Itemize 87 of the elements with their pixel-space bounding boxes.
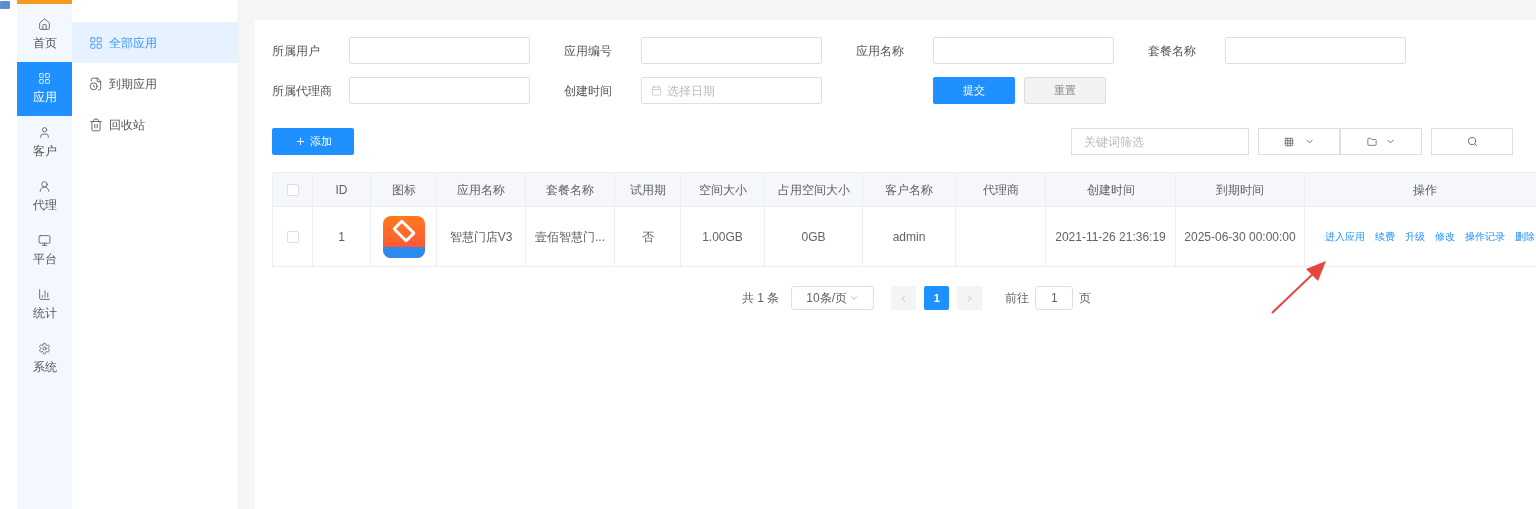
nav-item[interactable]: 应用 xyxy=(17,62,72,116)
page-number-field[interactable]: 1 xyxy=(1035,286,1074,310)
plus-icon xyxy=(294,136,306,147)
search-icon xyxy=(1466,136,1478,147)
column-header: 空间大小 xyxy=(680,172,765,207)
calendar-icon xyxy=(651,85,662,96)
folder-dropdown[interactable] xyxy=(1340,128,1422,155)
nav-item[interactable]: 代理 xyxy=(17,170,72,224)
filter-label: 应用名称 xyxy=(855,42,905,60)
table-cell: 2021-11-26 21:36:19 xyxy=(1045,206,1176,267)
grid-icon xyxy=(38,72,51,85)
input-field[interactable] xyxy=(933,37,1114,64)
input-field[interactable] xyxy=(1225,37,1406,64)
checkbox[interactable] xyxy=(286,184,299,197)
action-link[interactable]: 续费 xyxy=(1375,229,1395,244)
checkbox[interactable] xyxy=(286,231,299,244)
input-field[interactable] xyxy=(641,37,822,64)
date-input[interactable]: 选择日期 xyxy=(667,81,812,100)
column-header: 占用空间大小 xyxy=(764,172,863,207)
action-link[interactable]: 删除 xyxy=(1515,229,1535,244)
nav-item[interactable]: 客户 xyxy=(17,116,72,170)
grid-icon xyxy=(89,35,103,50)
column-header: 代理商 xyxy=(955,172,1046,207)
filter-label: 套餐名称 xyxy=(1147,42,1197,60)
reset-button[interactable]: 重置 xyxy=(1024,77,1106,104)
column-header: 套餐名称 xyxy=(525,172,615,207)
filter-label: 创建时间 xyxy=(563,82,613,100)
table-cell: 智慧门店V3 xyxy=(436,206,526,267)
column-header: 图标 xyxy=(370,172,437,207)
window-icon xyxy=(0,1,10,9)
nav-item[interactable]: 系统 xyxy=(17,332,72,386)
table-cell: 壹佰智慧门... xyxy=(525,206,615,267)
column-header: 操作 xyxy=(1304,172,1536,207)
filter-label: 所属代理商 xyxy=(272,82,333,100)
trash-icon xyxy=(89,117,103,132)
person-icon xyxy=(38,180,51,193)
submit-button[interactable]: 提交 xyxy=(933,77,1015,104)
filter-label: 所属用户 xyxy=(272,42,321,60)
page-size-select[interactable]: 10条/页 xyxy=(791,286,875,310)
column-header: 应用名称 xyxy=(436,172,526,207)
submenu-item[interactable]: 到期应用 xyxy=(72,63,238,104)
submenu-item[interactable]: 全部应用 xyxy=(72,22,238,63)
nav-item[interactable]: 统计 xyxy=(17,278,72,332)
folder-icon xyxy=(1366,136,1377,147)
action-link[interactable]: 升级 xyxy=(1405,229,1425,244)
table-cell: 0GB xyxy=(764,206,863,267)
table-cell: 1.00GB xyxy=(680,206,765,267)
user-icon xyxy=(38,126,51,139)
document-clock-icon xyxy=(89,76,103,91)
page-button[interactable]: 1 xyxy=(924,286,950,310)
total-count: 共 1 条 xyxy=(742,290,780,307)
grid-view-dropdown[interactable] xyxy=(1258,128,1340,155)
next-page-button[interactable] xyxy=(957,286,983,310)
action-link[interactable]: 操作记录 xyxy=(1465,229,1505,244)
keyword-search-field[interactable]: 关键词筛选 xyxy=(1071,128,1249,155)
grid-icon xyxy=(1283,136,1294,147)
filter-label: 应用编号 xyxy=(563,42,613,60)
column-header: 客户名称 xyxy=(862,172,956,207)
column-header: 到期时间 xyxy=(1175,172,1305,207)
table-cell: admin xyxy=(862,206,956,267)
input-field[interactable] xyxy=(349,37,530,64)
column-header: ID xyxy=(312,172,371,207)
app-icon-image xyxy=(382,215,425,258)
action-link[interactable]: 修改 xyxy=(1435,229,1455,244)
search-button[interactable] xyxy=(1431,128,1513,155)
monitor-icon xyxy=(38,234,51,247)
nav-item[interactable]: 首页 xyxy=(17,8,72,62)
page-suffix: 页 xyxy=(1079,290,1092,307)
nav-item[interactable]: 平台 xyxy=(17,224,72,278)
column-header: 试用期 xyxy=(614,172,681,207)
accent-bar xyxy=(17,0,72,4)
bar-chart-icon xyxy=(38,288,51,301)
goto-label: 前往 xyxy=(1005,290,1030,307)
add-button[interactable]: 添加 xyxy=(272,128,354,155)
date-field[interactable]: 选择日期 xyxy=(641,77,822,104)
table-cell: 2025-06-30 00:00:00 xyxy=(1175,206,1305,267)
input-field[interactable] xyxy=(349,77,530,104)
home-icon xyxy=(38,18,51,31)
settings-icon xyxy=(38,342,51,355)
chevron-down-icon xyxy=(849,293,860,303)
arrow-drawing xyxy=(1271,261,1326,314)
action-link[interactable]: 进入应用 xyxy=(1325,229,1365,244)
prev-page-button[interactable] xyxy=(891,286,917,310)
table-cell: 否 xyxy=(614,206,681,267)
column-header: 创建时间 xyxy=(1045,172,1176,207)
table-cell: 1 xyxy=(312,206,371,267)
submenu-item[interactable]: 回收站 xyxy=(72,104,238,145)
